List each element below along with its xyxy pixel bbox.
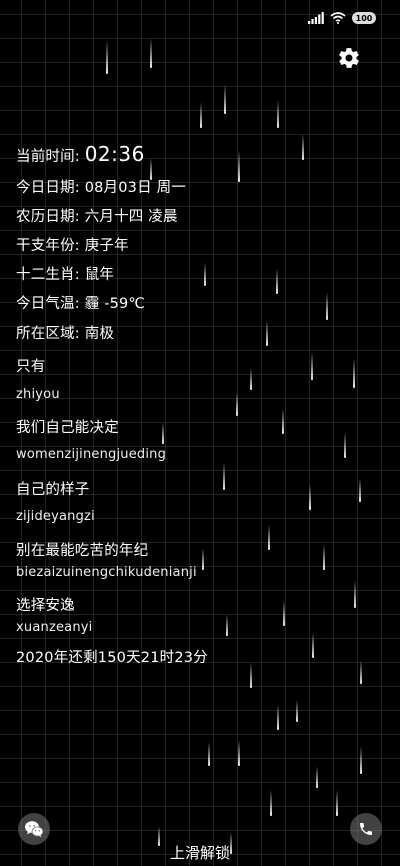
date-row: 今日日期: 08月03日 周一 (16, 180, 187, 196)
rain-streak (238, 150, 240, 182)
rain-streak (344, 432, 346, 458)
ganzhi-row: 干支年份: 庚子年 (16, 238, 129, 254)
lunar-date-row: 农历日期: 六月十四 凌晨 (16, 209, 178, 225)
lyric-pinyin: zijideyangzi (16, 509, 95, 524)
rain-streak (200, 102, 202, 128)
lyric-line: 我们自己能决定 (16, 420, 119, 436)
rain-streak (106, 40, 108, 74)
rain-streak (276, 268, 278, 294)
rain-streak (277, 704, 279, 730)
time-row: 当前时间: 02:36 (16, 142, 145, 166)
rain-streak (353, 358, 355, 388)
gear-icon (339, 48, 359, 68)
rain-streak (302, 134, 304, 160)
rain-streak (204, 262, 206, 286)
time-value: 02:36 (84, 142, 145, 166)
signal-icon (308, 12, 324, 24)
rain-streak (277, 100, 279, 128)
rain-streak (238, 740, 240, 766)
rain-streak (270, 790, 272, 816)
rain-streak (336, 790, 338, 816)
rain-streak (309, 484, 311, 510)
rain-streak (223, 462, 225, 490)
lyric-pinyin: xuanzeanyi (16, 620, 93, 635)
rain-streak (236, 392, 238, 416)
lyric-line: 别在最能吃苦的年纪 (16, 543, 149, 559)
phone-shortcut-button[interactable] (350, 813, 382, 845)
rain-streak (312, 632, 314, 658)
rain-streak (150, 38, 152, 68)
rain-streak (162, 422, 164, 444)
wechat-icon (25, 821, 44, 838)
rain-streak (283, 600, 285, 626)
lyric-pinyin: biezaizuinengchikudenianji (16, 565, 197, 580)
rain-streak (360, 660, 362, 684)
rain-streak (311, 352, 313, 380)
battery-level: 100 (355, 13, 373, 23)
year-countdown: 2020年还剩150天21时23分 (16, 650, 208, 666)
settings-button[interactable] (337, 46, 361, 70)
rain-streak (360, 746, 362, 774)
lyric-line: 只有 (16, 359, 46, 375)
rain-streak (316, 766, 318, 788)
time-label: 当前时间: (16, 149, 80, 165)
lock-screen: 100 当前时间: 02:36 今日日期: 08月03日 周一 农历日期: 六月… (0, 0, 400, 866)
lyric-line: 自己的样子 (16, 482, 90, 498)
wechat-shortcut-button[interactable] (18, 813, 50, 845)
lyric-line: 选择安逸 (16, 598, 75, 614)
phone-icon (360, 823, 372, 835)
wifi-icon (330, 12, 346, 24)
zodiac-row: 十二生肖: 鼠年 (16, 267, 115, 283)
rain-streak (250, 662, 252, 688)
rain-streak (326, 292, 328, 320)
region-row: 所在区域: 南极 (16, 326, 115, 342)
rain-streak (268, 524, 270, 550)
status-bar: 100 (308, 10, 376, 26)
rain-streak (208, 742, 210, 766)
rain-streak (282, 408, 284, 434)
battery-indicator: 100 (352, 12, 376, 24)
weather-row: 今日气温: 霾 -59℃ (16, 296, 145, 312)
rain-streak (323, 544, 325, 570)
rain-streak (202, 548, 204, 570)
rain-streak (266, 320, 268, 346)
rain-streak (296, 700, 298, 722)
rain-streak (250, 368, 252, 390)
rain-streak (354, 580, 356, 608)
lyric-pinyin: zhiyou (16, 387, 60, 402)
rain-streak (224, 84, 226, 114)
rain-streak (226, 614, 228, 636)
swipe-unlock-hint[interactable]: 上滑解锁 (0, 842, 400, 863)
rain-streak (359, 478, 361, 502)
lyric-pinyin: womenzijinengjueding (16, 447, 167, 462)
